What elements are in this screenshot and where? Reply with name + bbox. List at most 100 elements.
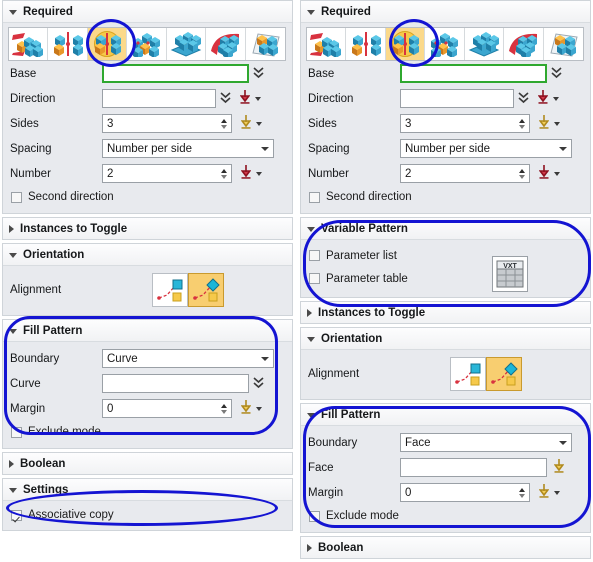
margin-options-chevron-icon[interactable] xyxy=(554,490,560,495)
exclude-mode-checkbox[interactable] xyxy=(11,426,22,438)
group-orientation-header[interactable]: Orientation xyxy=(301,328,590,350)
number-options-chevron-icon[interactable] xyxy=(554,171,560,176)
second-direction-checkbox[interactable] xyxy=(309,191,320,203)
pattern-type-toolbar[interactable] xyxy=(306,27,584,61)
sides-options-chevron-icon[interactable] xyxy=(256,121,262,126)
spacing-combo[interactable]: Number per side xyxy=(102,139,274,158)
number-options-chevron-icon[interactable] xyxy=(256,171,262,176)
group-orientation-header[interactable]: Orientation xyxy=(3,244,292,266)
margin-spin-buttons[interactable] xyxy=(516,487,527,498)
group-boolean-header[interactable]: Boolean xyxy=(301,537,590,558)
number-spin-buttons[interactable] xyxy=(218,168,229,179)
polygon-pattern-icon[interactable] xyxy=(87,28,128,60)
linear-pattern-icon[interactable] xyxy=(307,28,347,60)
number-stepper[interactable]: 2 xyxy=(400,164,530,183)
margin-options-chevron-icon[interactable] xyxy=(256,406,262,411)
second-direction-checkbox-row[interactable]: Second direction xyxy=(306,186,585,208)
sides-options-chevron-icon[interactable] xyxy=(554,121,560,126)
exclude-mode-checkbox[interactable] xyxy=(309,510,320,522)
margin-spin-buttons[interactable] xyxy=(218,403,229,414)
associative-copy-checkbox[interactable] xyxy=(11,509,22,521)
direction-options-chevron-icon[interactable] xyxy=(553,96,559,101)
sides-expression-icon[interactable] xyxy=(538,114,550,132)
parameter-list-checkbox[interactable] xyxy=(309,250,320,261)
direction-select-icon[interactable] xyxy=(220,91,231,107)
exclude-mode-label: Exclude mode xyxy=(326,510,399,522)
exclude-mode-checkbox-row[interactable]: Exclude mode xyxy=(8,421,287,443)
parameter-list-checkbox-row[interactable]: Parameter list xyxy=(306,245,585,266)
curve-select-icon[interactable] xyxy=(253,376,264,392)
number-vector-icon[interactable] xyxy=(538,164,550,182)
parameter-table-checkbox-row[interactable]: Parameter table xyxy=(306,266,585,291)
spacing-value: Number per side xyxy=(107,142,193,155)
direction-vector-icon[interactable] xyxy=(537,89,549,107)
margin-expression-icon[interactable] xyxy=(240,399,252,417)
face-datum-icon[interactable] xyxy=(553,458,565,476)
direction-field[interactable] xyxy=(400,89,514,108)
chevron-right-icon xyxy=(9,459,14,468)
row-boundary: Boundary Face xyxy=(306,430,585,455)
group-instances-to-toggle-header[interactable]: Instances to Toggle xyxy=(3,218,292,239)
exclude-mode-checkbox-row[interactable]: Exclude mode xyxy=(306,505,585,527)
polygon-pattern-icon[interactable] xyxy=(385,28,426,60)
reference-pattern-icon[interactable] xyxy=(544,28,583,60)
sides-stepper[interactable]: 3 xyxy=(102,114,232,133)
base-select-icon[interactable] xyxy=(253,66,264,82)
sides-spin-buttons[interactable] xyxy=(516,118,527,129)
number-vector-icon[interactable] xyxy=(240,164,252,182)
margin-stepper[interactable]: 0 xyxy=(102,399,232,418)
face-field[interactable] xyxy=(400,458,547,477)
base-field[interactable] xyxy=(400,64,547,83)
base-select-icon[interactable] xyxy=(551,66,562,82)
group-variable-pattern-header[interactable]: Variable Pattern xyxy=(301,218,590,240)
parameter-table-checkbox[interactable] xyxy=(309,273,320,284)
number-stepper[interactable]: 2 xyxy=(102,164,232,183)
group-fill-pattern: Fill Pattern Boundary Curve Curve Margin… xyxy=(2,319,293,449)
spiral-pattern-icon[interactable] xyxy=(425,28,465,60)
group-instances-to-toggle-header[interactable]: Instances to Toggle xyxy=(301,302,590,323)
group-instances-to-toggle: Instances to Toggle xyxy=(2,217,293,240)
along-pattern-icon[interactable] xyxy=(465,28,505,60)
group-settings-header[interactable]: Settings xyxy=(3,479,292,501)
circular-pattern-icon[interactable] xyxy=(48,28,88,60)
direction-field[interactable] xyxy=(102,89,216,108)
circular-pattern-icon[interactable] xyxy=(346,28,386,60)
number-spin-buttons[interactable] xyxy=(516,168,527,179)
curve-field[interactable] xyxy=(102,374,249,393)
along-pattern-icon[interactable] xyxy=(167,28,207,60)
sides-expression-icon[interactable] xyxy=(240,114,252,132)
direction-select-icon[interactable] xyxy=(518,91,529,107)
group-required-title: Required xyxy=(23,5,73,18)
group-required-header[interactable]: Required xyxy=(3,1,292,23)
alignment-follow-pattern-icon[interactable] xyxy=(450,357,486,391)
boundary-combo[interactable]: Face xyxy=(400,433,572,452)
group-fill-pattern-header[interactable]: Fill Pattern xyxy=(301,404,590,426)
row-sides: Sides 3 xyxy=(8,111,287,136)
direction-vector-icon[interactable] xyxy=(239,89,251,107)
group-required: Required Base Direction Sides 3 Spacing … xyxy=(300,0,591,214)
associative-copy-checkbox-row[interactable]: Associative copy xyxy=(8,504,287,526)
pattern-type-toolbar[interactable] xyxy=(8,27,286,61)
alignment-follow-pattern-icon[interactable] xyxy=(152,273,188,307)
margin-stepper[interactable]: 0 xyxy=(400,483,530,502)
margin-expression-icon[interactable] xyxy=(538,483,550,501)
spiral-pattern-icon[interactable] xyxy=(127,28,167,60)
general-pattern-icon[interactable] xyxy=(206,28,246,60)
sides-stepper[interactable]: 3 xyxy=(400,114,530,133)
second-direction-checkbox-row[interactable]: Second direction xyxy=(8,186,287,208)
linear-pattern-icon[interactable] xyxy=(9,28,49,60)
alignment-fixed-icon[interactable] xyxy=(486,357,522,391)
second-direction-checkbox[interactable] xyxy=(11,191,22,203)
sides-spin-buttons[interactable] xyxy=(218,118,229,129)
group-required-header[interactable]: Required xyxy=(301,1,590,23)
boundary-combo[interactable]: Curve xyxy=(102,349,274,368)
spacing-combo[interactable]: Number per side xyxy=(400,139,572,158)
alignment-fixed-icon[interactable] xyxy=(188,273,224,307)
general-pattern-icon[interactable] xyxy=(504,28,544,60)
base-field[interactable] xyxy=(102,64,249,83)
parameter-table-icon[interactable]: VXT xyxy=(492,256,528,292)
direction-options-chevron-icon[interactable] xyxy=(255,96,261,101)
reference-pattern-icon[interactable] xyxy=(246,28,285,60)
group-fill-pattern-header[interactable]: Fill Pattern xyxy=(3,320,292,342)
group-boolean-header[interactable]: Boolean xyxy=(3,453,292,474)
